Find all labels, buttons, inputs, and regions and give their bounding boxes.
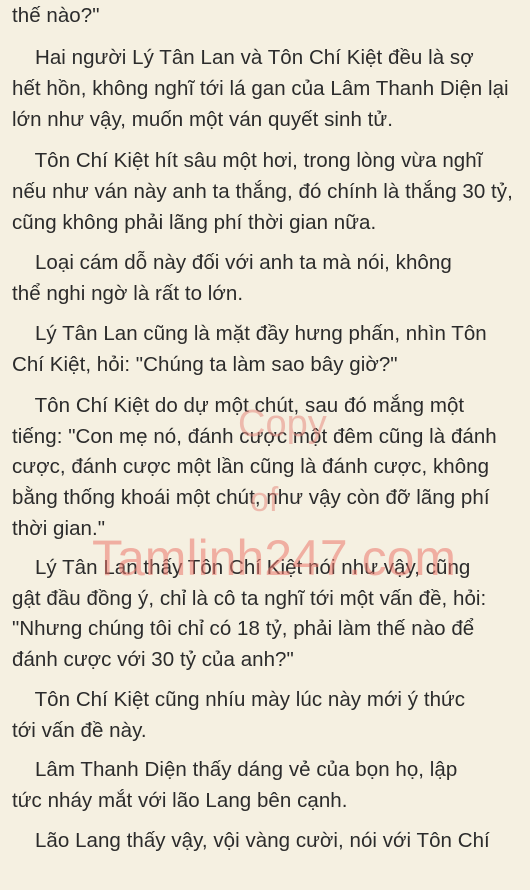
document-page: thế nào?" Hai người Lý Tân Lan và Tôn Ch… (0, 0, 530, 890)
text-line: Lý Tân Lan thấy Tôn Chí Kiệt nói như vậy… (12, 556, 471, 579)
text-line: đánh cược với 30 tỷ của anh?" (12, 648, 294, 671)
text-line: thể nghi ngờ là rất to lớn. (12, 282, 244, 305)
text-line: bằng thống khoái một chút, như vậy còn đ… (12, 486, 490, 509)
text-line: thời gian." (12, 517, 106, 540)
text-line: Hai người Lý Tân Lan và Tôn Chí Kiệt đều… (12, 46, 474, 69)
text-line: Lý Tân Lan cũng là mặt đầy hưng phấn, nh… (12, 322, 487, 345)
text-line: "Nhưng chúng tôi chỉ có 18 tỷ, phải làm … (12, 617, 475, 640)
text-line: cũng không phải lãng phí thời gian nữa. (12, 211, 377, 234)
text-line: gật đầu đồng ý, chỉ là cô ta nghĩ tới mộ… (12, 587, 487, 610)
text-line: Lão Lang thấy vậy, vội vàng cười, nói vớ… (12, 829, 490, 852)
text-line: thế nào?" (12, 4, 100, 27)
text-line: Tôn Chí Kiệt cũng nhíu mày lúc này mới ý… (12, 688, 466, 711)
text-line: Tôn Chí Kiệt do dự một chút, sau đó mắng… (12, 394, 465, 417)
text-line: tới vấn đề này. (12, 719, 147, 742)
text-line: Lâm Thanh Diện thấy dáng vẻ của bọn họ, … (12, 758, 458, 781)
text-line: tiếng: "Con mẹ nó, đánh cược một đêm cũn… (12, 425, 497, 448)
text-line: Tôn Chí Kiệt hít sâu một hơi, trong lòng… (12, 149, 483, 172)
text-line: cược, đánh cược một lần cũng là đánh cượ… (12, 455, 490, 478)
text-line: Loại cám dỗ này đối với anh ta mà nói, k… (12, 251, 452, 274)
text-line: tức nháy mắt với lão Lang bên cạnh. (12, 789, 348, 812)
text-line: lớn như vậy, muốn một ván quyết sinh tử. (12, 108, 393, 131)
text-line: hết hồn, không nghĩ tới lá gan của Lâm T… (12, 77, 509, 100)
text-line: nếu như ván này anh ta thắng, đó chính l… (12, 180, 513, 203)
text-line: Chí Kiệt, hỏi: "Chúng ta làm sao bây giờ… (12, 353, 398, 376)
